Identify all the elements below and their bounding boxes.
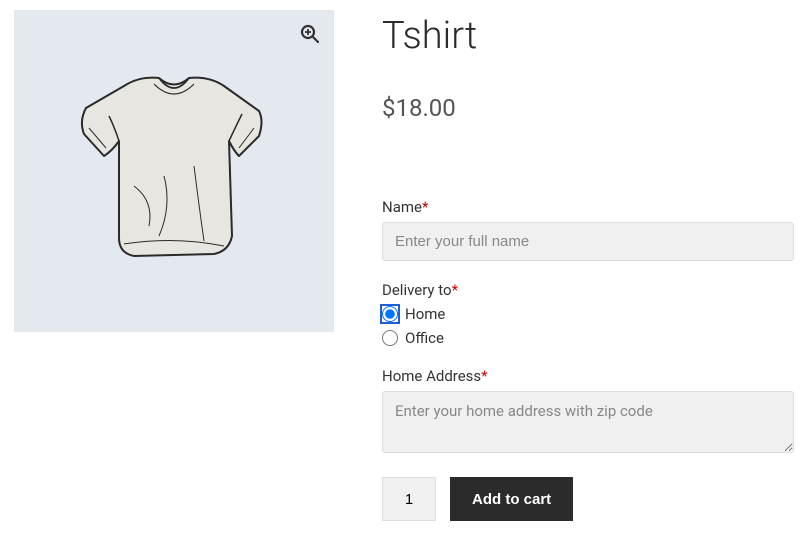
- radio-home[interactable]: [382, 306, 398, 322]
- name-label: Name*: [382, 198, 794, 216]
- product-page: Tshirt $18.00 Name* Delivery to* Home Of…: [14, 10, 794, 521]
- product-image[interactable]: [14, 10, 334, 332]
- add-to-cart-button[interactable]: Add to cart: [450, 477, 573, 521]
- zoom-icon[interactable]: [300, 24, 320, 48]
- address-label: Home Address*: [382, 367, 794, 385]
- name-field-group: Name*: [382, 198, 794, 261]
- delivery-option-home: Home: [382, 305, 794, 323]
- product-image-column: [14, 10, 334, 521]
- radio-home-label[interactable]: Home: [405, 305, 445, 323]
- address-field-group: Home Address*: [382, 367, 794, 457]
- product-details: Tshirt $18.00 Name* Delivery to* Home Of…: [382, 10, 794, 521]
- quantity-input[interactable]: [382, 477, 436, 521]
- product-price: $18.00: [382, 94, 794, 122]
- address-input[interactable]: [382, 391, 794, 453]
- delivery-option-office: Office: [382, 329, 794, 347]
- radio-office-label[interactable]: Office: [405, 329, 444, 347]
- delivery-label: Delivery to*: [382, 281, 794, 299]
- cart-row: Add to cart: [382, 477, 794, 521]
- product-title: Tshirt: [382, 14, 794, 58]
- delivery-field-group: Delivery to* Home Office: [382, 281, 794, 347]
- name-input[interactable]: [382, 222, 794, 261]
- tshirt-illustration: [64, 56, 284, 286]
- radio-office[interactable]: [382, 330, 398, 346]
